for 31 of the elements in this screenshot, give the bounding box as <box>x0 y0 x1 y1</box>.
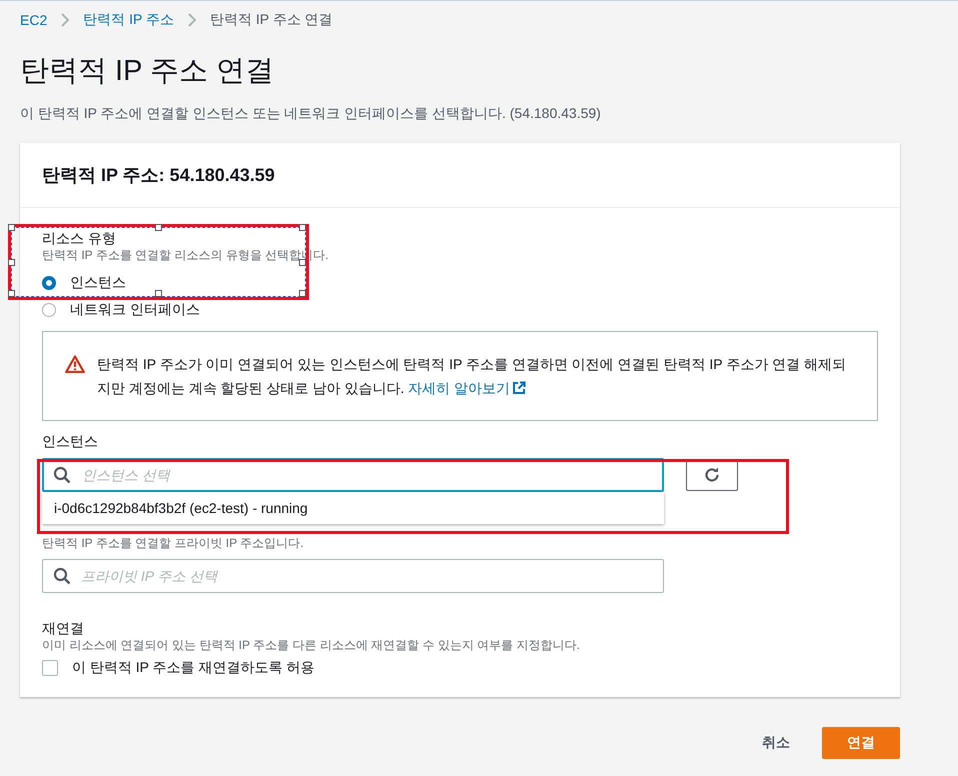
private-ip-select-field[interactable]: 프라이빗 IP 주소 선택 <box>42 559 664 593</box>
checkbox-label[interactable]: 이 탄력적 IP 주소를 재연결하도록 허용 <box>72 659 314 677</box>
warning-text: 탄력적 IP 주소가 이미 연결되어 있는 인스턴스에 탄력적 IP 주소를 연결하면 이전에 연결된 탄력적 IP 주소가 연결 해제되지만 계정에는 계속 할당된 상태로 남아 있습니다. 자세히 알아보기 <box>97 355 847 398</box>
breadcrumb-link[interactable]: 탄력적 IP 주소 <box>83 11 174 29</box>
breadcrumb-current: 탄력적 IP 주소 연결 <box>210 11 333 29</box>
warning-icon <box>65 355 85 373</box>
refresh-button[interactable] <box>686 459 738 491</box>
radio-label[interactable]: 인스턴스 <box>70 274 126 292</box>
cancel-button[interactable]: 취소 <box>762 726 790 760</box>
chevron-icon <box>61 13 70 27</box>
field-label: 재연결 <box>42 619 84 637</box>
refresh-icon <box>703 466 721 484</box>
page-description: 이 탄력적 IP 주소에 연결할 인스턴스 또는 네트워크 인터페이스를 선택합니다. (54.180.43.59) <box>20 105 602 123</box>
field-label: 리소스 유형 <box>42 229 116 247</box>
page-title: 탄력적 IP 주소 연결 <box>20 54 276 89</box>
breadcrumb-link[interactable]: EC2 <box>20 12 48 28</box>
chevron-icon <box>188 13 196 27</box>
field-label: 인스턴스 <box>42 432 98 450</box>
radio-button[interactable] <box>42 276 56 290</box>
search-icon <box>53 567 71 585</box>
radio-label[interactable]: 네트워크 인터페이스 <box>70 300 200 318</box>
field-description: 탄력적 IP 주소를 연결할 프라이빗 IP 주소입니다. <box>42 535 304 551</box>
instance-select-field[interactable]: 인스턴스 선택 <box>42 458 664 492</box>
external-link-icon <box>512 381 526 395</box>
learn-more-link[interactable]: 자세히 알아보기 <box>408 380 526 396</box>
dropdown-option[interactable]: i-0d6c1292b84bf3b2f (ec2-test) - running <box>54 500 652 516</box>
radio-button[interactable] <box>42 302 56 316</box>
search-icon <box>53 466 71 484</box>
panel-title: 탄력적 IP 주소: 54.180.43.59 <box>20 143 900 208</box>
field-description: 이미 리소스에 연결되어 있는 탄력적 IP 주소를 다른 리소스에 재연결할 수 있는지 여부를 지정합니다. <box>42 637 580 653</box>
checkbox[interactable] <box>42 660 58 676</box>
